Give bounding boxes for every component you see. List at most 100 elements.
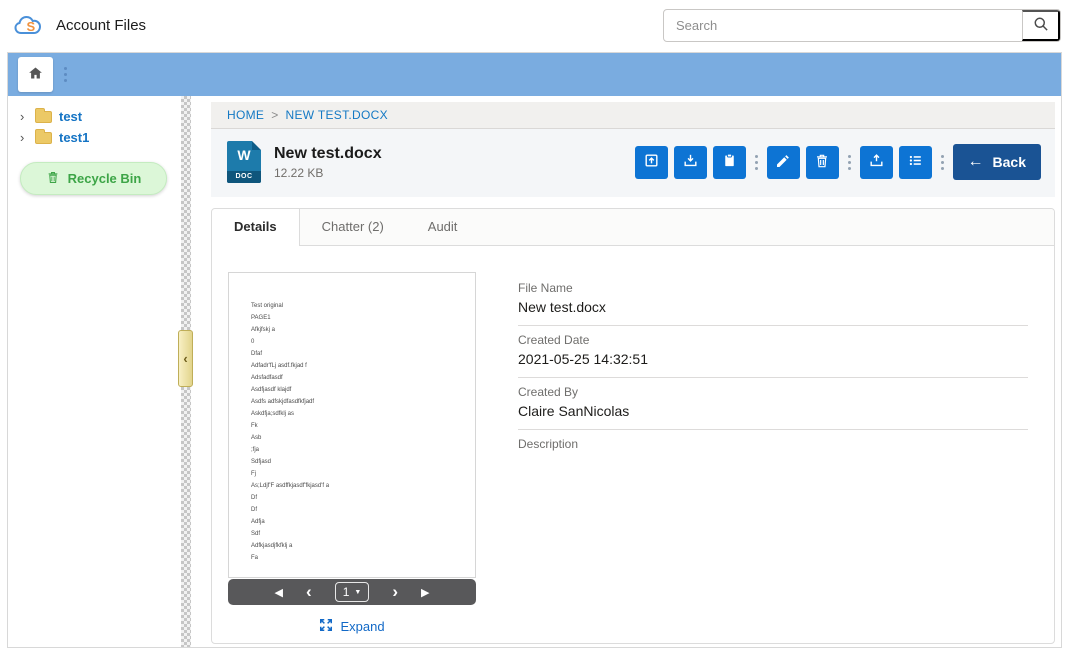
chevron-right-icon[interactable]: › xyxy=(20,133,28,143)
app-header: S Account Files xyxy=(0,0,1069,50)
sdrive-cloud-logo: S xyxy=(14,14,44,36)
page-title: Account Files xyxy=(56,17,146,34)
sidebar-resize-splitter[interactable]: ‹ xyxy=(181,96,191,647)
preview-text-line: Afkjfskj a xyxy=(251,324,475,336)
preview-text-line: Fa xyxy=(251,552,475,564)
trash-icon xyxy=(814,153,830,172)
download-icon xyxy=(682,152,699,172)
field-value: New test.docx xyxy=(518,299,1028,315)
preview-text-line: Asdfs adfskjdfasdfkfjadf xyxy=(251,396,475,408)
doc-file-icon: W DOC xyxy=(227,141,261,183)
last-page-button[interactable]: ▶ xyxy=(421,586,429,599)
file-fields: File Name New test.docx Created Date 202… xyxy=(518,274,1028,635)
breadcrumb-separator: > xyxy=(271,108,278,122)
list-icon xyxy=(907,152,924,172)
folder-label[interactable]: test1 xyxy=(59,130,89,145)
collapse-chevron-icon: ‹ xyxy=(183,351,187,366)
recycle-bin-button[interactable]: Recycle Bin xyxy=(20,162,167,195)
field-label: Description xyxy=(518,437,1028,451)
next-page-button[interactable]: › xyxy=(392,585,398,599)
file-size: 12.22 KB xyxy=(274,166,382,180)
folder-icon xyxy=(35,111,52,123)
preview-text-line: Adsfadfasdf xyxy=(251,372,475,384)
svg-text:S: S xyxy=(27,19,36,34)
field-description: Description xyxy=(518,430,1028,481)
home-button[interactable] xyxy=(18,57,53,92)
preview-text-line: ;fja xyxy=(251,444,475,456)
expand-preview-link[interactable]: Expand xyxy=(319,618,384,635)
back-arrow-icon: ← xyxy=(968,153,984,171)
tab-strip: Details Chatter (2) Audit xyxy=(212,209,1054,246)
preview-text-line: 0 xyxy=(251,336,475,348)
preview-text-line: Sdfjasd xyxy=(251,456,475,468)
breadcrumb: HOME > NEW TEST.DOCX xyxy=(211,102,1055,129)
preview-text-line: Asdfjasdf klajdf xyxy=(251,384,475,396)
search-button[interactable] xyxy=(1022,10,1060,41)
preview-text-line: Test original xyxy=(251,300,475,312)
field-value: 2021-05-25 14:32:51 xyxy=(518,351,1028,367)
current-page-number: 1 xyxy=(343,585,350,599)
preview-text-line: Df xyxy=(251,492,475,504)
file-name-title: New test.docx xyxy=(274,145,382,163)
tab-audit[interactable]: Audit xyxy=(406,209,480,245)
recycle-bin-label: Recycle Bin xyxy=(68,171,142,186)
chevron-right-icon[interactable]: › xyxy=(20,112,28,122)
previous-page-button[interactable]: ‹ xyxy=(306,585,312,599)
preview-text-line: Dfaf xyxy=(251,348,475,360)
field-value: Claire SanNicolas xyxy=(518,403,1028,419)
actions-dots-separator xyxy=(941,155,944,170)
first-page-button[interactable]: ◀ xyxy=(275,586,283,599)
main-content: HOME > NEW TEST.DOCX W DOC New test.docx… xyxy=(191,96,1061,647)
preview-text-line: As;Ldjf'F asdffkjasdf'fkjasd'f a xyxy=(251,480,475,492)
page-number-select[interactable]: 1 ▼ xyxy=(335,582,370,602)
sidebar-collapse-handle[interactable]: ‹ xyxy=(178,330,193,387)
file-explorer-frame: › test › test1 Recycle Bin ‹ xyxy=(7,52,1062,648)
preview-text-line: Adfadr'fLj asdf.fkjad f xyxy=(251,360,475,372)
preview-text-line: Adfkjasdjfkfklj a xyxy=(251,540,475,552)
preview-text-line: Askdfja;sdfklj as xyxy=(251,408,475,420)
search-input[interactable] xyxy=(664,18,1022,33)
doc-icon-type-label: DOC xyxy=(227,171,261,183)
preview-text-line: Asb xyxy=(251,432,475,444)
caret-down-icon: ▼ xyxy=(354,589,361,596)
expand-label: Expand xyxy=(340,619,384,634)
body-row: › test › test1 Recycle Bin ‹ xyxy=(8,96,1061,647)
field-created-by: Created By Claire SanNicolas xyxy=(518,378,1028,430)
sidebar-item-test1[interactable]: › test1 xyxy=(8,127,181,148)
breadcrumb-home-link[interactable]: HOME xyxy=(227,108,264,122)
search-box xyxy=(663,9,1061,42)
back-button[interactable]: ← Back xyxy=(953,144,1041,180)
copy-clipboard-button[interactable] xyxy=(713,146,746,179)
toolbar-dots-separator xyxy=(64,67,67,82)
tab-chatter[interactable]: Chatter (2) xyxy=(300,209,406,245)
sidebar-item-test[interactable]: › test xyxy=(8,106,181,127)
folder-toolbar xyxy=(8,53,1061,96)
edit-button[interactable] xyxy=(767,146,800,179)
upload-new-version-button[interactable] xyxy=(860,146,893,179)
search-icon xyxy=(1032,15,1050,36)
folder-label[interactable]: test xyxy=(59,109,82,124)
preview-text-line: Adfja xyxy=(251,516,475,528)
preview-text-line: PAGE1 xyxy=(251,312,475,324)
field-value xyxy=(518,455,1028,471)
clipboard-icon xyxy=(721,152,738,172)
open-in-new-button[interactable] xyxy=(635,146,668,179)
preview-text-line: Fk xyxy=(251,420,475,432)
folder-tree-sidebar: › test › test1 Recycle Bin xyxy=(8,96,181,647)
field-label: Created Date xyxy=(518,333,1028,347)
field-file-name: File Name New test.docx xyxy=(518,274,1028,326)
trash-icon xyxy=(46,170,60,188)
file-details-list-button[interactable] xyxy=(899,146,932,179)
open-in-new-icon xyxy=(643,152,660,172)
details-panel: Details Chatter (2) Audit Test originalP… xyxy=(211,208,1055,644)
breadcrumb-file-link[interactable]: NEW TEST.DOCX xyxy=(286,108,388,122)
preview-pager-bar: ◀ ‹ 1 ▼ › ▶ xyxy=(228,579,476,605)
doc-icon-letter: W xyxy=(227,147,261,163)
preview-text-line: Sdf xyxy=(251,528,475,540)
download-button[interactable] xyxy=(674,146,707,179)
field-label: Created By xyxy=(518,385,1028,399)
delete-button[interactable] xyxy=(806,146,839,179)
document-preview-page: Test originalPAGE1Afkjfskj a0DfafAdfadr'… xyxy=(228,272,476,578)
tab-details[interactable]: Details xyxy=(212,209,300,246)
field-created-date: Created Date 2021-05-25 14:32:51 xyxy=(518,326,1028,378)
